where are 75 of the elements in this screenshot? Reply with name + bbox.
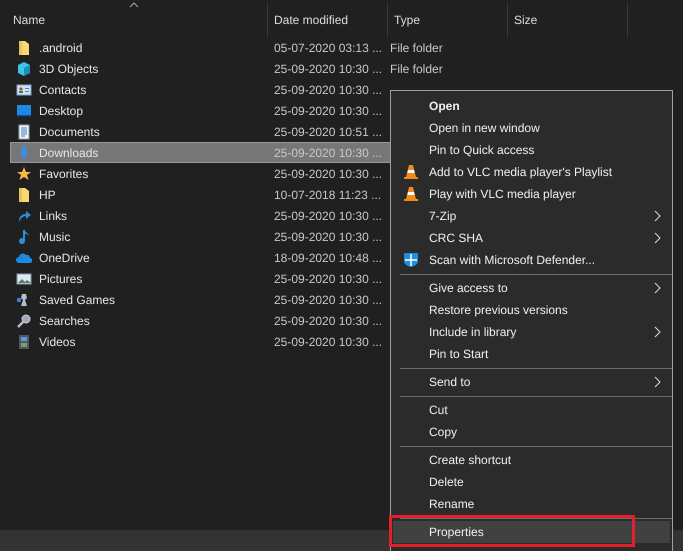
date-cell-text: 25-09-2020 10:30 ... (273, 102, 384, 120)
file-name: Pictures (39, 270, 82, 288)
chevron-right-icon (654, 376, 662, 388)
date-cell-text: 18-09-2020 10:48 ... (273, 250, 384, 266)
date-cell-text: 25-09-2020 10:30 ... (273, 270, 384, 288)
picture-frame-icon (16, 270, 32, 286)
date-cell-text: 10-07-2018 11:23 ... (273, 186, 382, 204)
menu-item[interactable]: Play with VLC media player (393, 183, 670, 205)
file-name: OneDrive (39, 250, 90, 266)
magnifier-icon (16, 312, 32, 328)
traffic-cone-icon (403, 186, 419, 202)
date-cell-text: 25-09-2020 10:30 ... (273, 144, 384, 162)
film-icon (16, 334, 32, 350)
cube-icon (16, 60, 32, 76)
menu-item[interactable]: Include in library (393, 321, 670, 343)
chevron-right-icon (654, 282, 662, 294)
sort-caret-icon[interactable] (128, 2, 138, 8)
type-cell-text: File folder (389, 40, 443, 56)
column-header[interactable]: Size (508, 3, 628, 37)
date-cell-text: 25-09-2020 10:30 ... (273, 60, 384, 78)
file-name: Links (39, 208, 68, 224)
chevron-right-icon (654, 232, 662, 244)
menu-item[interactable]: Restore previous versions (393, 299, 670, 321)
file-row[interactable]: 3D Objects 25-09-2020 10:30 ... File folder (10, 58, 570, 79)
date-cell-text: 25-09-2020 10:30 ... (273, 82, 384, 98)
folder-icon (16, 40, 32, 56)
type-cell-text: File folder (389, 60, 443, 78)
file-name: Saved Games (39, 292, 116, 308)
menu-item[interactable]: Copy (393, 421, 670, 443)
file-name: Desktop (39, 102, 84, 120)
menu-item[interactable]: Send to (393, 371, 670, 393)
column-header[interactable]: Date modified (268, 3, 388, 37)
file-name: Searches (39, 312, 90, 330)
menu-item[interactable]: Scan with Microsoft Defender... (393, 249, 670, 271)
menu-item[interactable]: CRC SHA (393, 227, 670, 249)
file-row[interactable]: .android 05-07-2020 03:13 ... File folder (10, 37, 570, 58)
file-name: 3D Objects (39, 60, 98, 78)
date-cell-text: 05-07-2020 03:13 ... (273, 40, 384, 56)
date-cell-text: 25-09-2020 10:30 ... (273, 208, 384, 224)
traffic-cone-icon (403, 164, 419, 180)
date-cell-text: 25-09-2020 10:30 ... (273, 166, 384, 182)
shield-icon (403, 252, 419, 268)
download-arrow-icon (16, 144, 32, 160)
menu-item[interactable]: Delete (393, 471, 670, 493)
date-cell-text: 25-09-2020 10:30 ... (273, 292, 384, 308)
file-name: Downloads (39, 144, 98, 162)
file-name: Videos (39, 334, 76, 350)
column-header[interactable]: Type (388, 3, 508, 37)
file-name: Documents (39, 124, 100, 140)
star-icon (16, 166, 32, 182)
menu-item[interactable]: Add to VLC media player's Playlist (393, 161, 670, 183)
date-cell-text: 25-09-2020 10:30 ... (273, 228, 384, 246)
menu-item[interactable]: Rename (393, 493, 670, 515)
date-cell-text: 25-09-2020 10:30 ... (273, 334, 384, 350)
file-name: Music (39, 228, 70, 246)
menu-item[interactable]: 7-Zip (393, 205, 670, 227)
file-name: Favorites (39, 166, 88, 182)
file-name: Contacts (39, 82, 86, 98)
file-name: .android (39, 40, 82, 56)
document-icon (16, 124, 32, 140)
menu-item[interactable]: Pin to Start (393, 343, 670, 365)
date-cell-text: 25-09-2020 10:30 ... (273, 312, 384, 330)
menu-item[interactable]: Properties (393, 521, 670, 543)
chevron-right-icon (654, 326, 662, 338)
file-name: HP (39, 186, 56, 204)
desktop-icon (16, 102, 32, 118)
menu-item[interactable]: Cut (393, 399, 670, 421)
chevron-right-icon (654, 210, 662, 222)
menu-item[interactable]: Give access to (393, 277, 670, 299)
date-cell-text: 25-09-2020 10:51 ... (273, 124, 384, 140)
menu-item[interactable]: Create shortcut (393, 449, 670, 471)
contact-card-icon (16, 82, 32, 98)
column-header[interactable]: Name (0, 3, 268, 37)
menu-item[interactable]: Open in new window (393, 117, 670, 139)
folder-icon (16, 186, 32, 202)
